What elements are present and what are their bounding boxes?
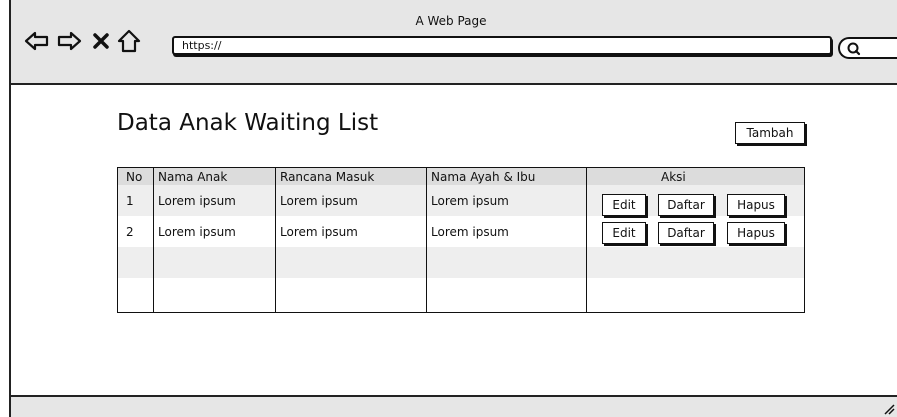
header-nama-anak: Nama Anak bbox=[158, 170, 228, 184]
table-row-empty bbox=[118, 247, 804, 278]
row-no: 1 bbox=[126, 194, 134, 208]
header-aksi: Aksi bbox=[661, 170, 686, 184]
close-x-icon[interactable] bbox=[87, 27, 115, 55]
row-rencana-masuk: Lorem ipsum bbox=[280, 225, 358, 239]
header-rencana-masuk: Rancana Masuk bbox=[280, 170, 375, 184]
waiting-list-table: No Nama Anak Rancana Masuk Nama Ayah & I… bbox=[117, 167, 805, 313]
resize-grip-icon[interactable] bbox=[883, 403, 895, 415]
edit-button[interactable]: Edit bbox=[602, 194, 646, 216]
row-nama-ortu: Lorem ipsum bbox=[431, 194, 509, 208]
header-no: No bbox=[126, 170, 143, 184]
table-row-empty bbox=[118, 278, 804, 309]
column-divider bbox=[153, 168, 154, 312]
hapus-button[interactable]: Hapus bbox=[727, 194, 785, 216]
browser-window: A Web Page https:// Data Anak Waiting Li… bbox=[9, 0, 897, 417]
forward-arrow-icon[interactable] bbox=[55, 27, 83, 55]
edit-button[interactable]: Edit bbox=[602, 222, 646, 244]
column-divider bbox=[426, 168, 427, 312]
row-no: 2 bbox=[126, 225, 134, 239]
browser-search-field[interactable] bbox=[838, 37, 897, 59]
home-icon[interactable] bbox=[115, 27, 143, 55]
table-row: 2 Lorem ipsum Lorem ipsum Lorem ipsum Ed… bbox=[118, 216, 804, 247]
table-header-row: No Nama Anak Rancana Masuk Nama Ayah & I… bbox=[118, 168, 804, 186]
daftar-button[interactable]: Daftar bbox=[658, 222, 714, 244]
header-nama-ortu: Nama Ayah & Ibu bbox=[431, 170, 536, 184]
add-button[interactable]: Tambah bbox=[735, 122, 805, 144]
search-icon bbox=[847, 42, 861, 56]
daftar-button[interactable]: Daftar bbox=[658, 194, 714, 216]
back-arrow-icon[interactable] bbox=[23, 27, 51, 55]
browser-status-bar bbox=[11, 395, 897, 417]
row-nama-anak: Lorem ipsum bbox=[158, 194, 236, 208]
window-title: A Web Page bbox=[415, 14, 487, 28]
address-bar[interactable]: https:// bbox=[172, 36, 832, 55]
hapus-button[interactable]: Hapus bbox=[727, 222, 785, 244]
row-nama-ortu: Lorem ipsum bbox=[431, 225, 509, 239]
address-url: https:// bbox=[182, 39, 222, 52]
column-divider bbox=[586, 168, 587, 312]
table-row: 1 Lorem ipsum Lorem ipsum Lorem ipsum Ed… bbox=[118, 185, 804, 216]
browser-toolbar: A Web Page https:// bbox=[11, 0, 897, 85]
row-nama-anak: Lorem ipsum bbox=[158, 225, 236, 239]
page-title: Data Anak Waiting List bbox=[117, 110, 379, 136]
row-rencana-masuk: Lorem ipsum bbox=[280, 194, 358, 208]
column-divider bbox=[275, 168, 276, 312]
